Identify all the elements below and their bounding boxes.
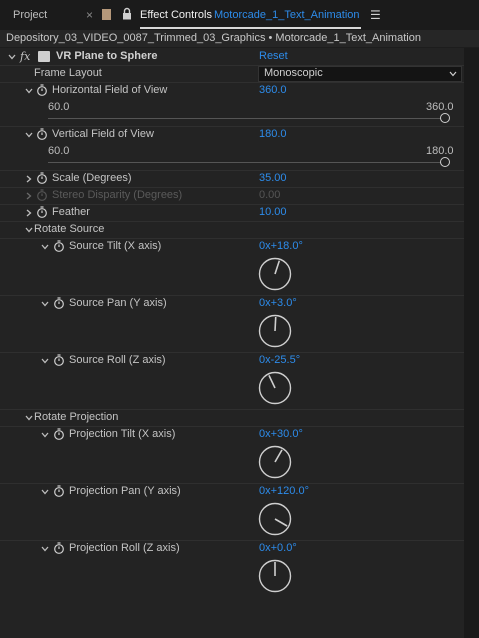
projection-roll-label: Projection Roll (Z axis): [69, 542, 180, 554]
frame-layout-value: Monoscopic: [264, 67, 323, 79]
rotate-projection-label: Rotate Projection: [34, 411, 119, 423]
source-pan-label: Source Pan (Y axis): [69, 297, 167, 309]
source-tilt-dial[interactable]: [258, 257, 292, 291]
stopwatch-icon[interactable]: [53, 240, 65, 252]
breadcrumb-text: Depository_03_VIDEO_0087_Trimmed_03_Grap…: [6, 32, 421, 44]
chevron-down-icon[interactable]: [41, 431, 49, 439]
effect-header-row[interactable]: fx VR Plane to Sphere Reset: [0, 48, 464, 66]
chevron-down-icon[interactable]: [41, 545, 49, 553]
stereo-disparity-label: Stereo Disparity (Degrees): [52, 189, 183, 201]
vertical-scrollbar[interactable]: [464, 48, 479, 638]
vfov-slider-track[interactable]: [48, 162, 445, 163]
projection-pan-value[interactable]: 0x+120.0°: [259, 485, 309, 497]
reset-button[interactable]: Reset: [259, 50, 288, 62]
active-tab-indicator: [140, 27, 361, 29]
panel-tab-bar: Project × Effect Controls Motorcade_1_Te…: [0, 0, 479, 30]
stopwatch-icon[interactable]: [53, 297, 65, 309]
projection-roll-value[interactable]: 0x+0.0°: [259, 542, 297, 554]
breadcrumb: Depository_03_VIDEO_0087_Trimmed_03_Grap…: [0, 30, 479, 47]
vfov-row: Vertical Field of View 180.0 60.0 180.0: [0, 126, 464, 171]
projection-pan-row: Projection Pan (Y axis) 0x+120.0°: [0, 483, 464, 541]
chevron-right-icon[interactable]: [25, 192, 33, 200]
projection-roll-dial[interactable]: [258, 559, 292, 593]
stopwatch-icon[interactable]: [36, 172, 48, 184]
chevron-down-icon[interactable]: [41, 300, 49, 308]
source-roll-label: Source Roll (Z axis): [69, 354, 166, 366]
source-pan-row: Source Pan (Y axis) 0x+3.0°: [0, 295, 464, 353]
stopwatch-icon[interactable]: [36, 84, 48, 96]
projection-roll-row: Projection Roll (Z axis) 0x+0.0°: [0, 540, 464, 597]
hfov-value[interactable]: 360.0: [259, 84, 287, 96]
hfov-slider-track[interactable]: [48, 118, 445, 119]
rotate-source-group[interactable]: Rotate Source: [0, 221, 464, 239]
chevron-down-icon[interactable]: [25, 226, 33, 234]
label-color-swatch[interactable]: [102, 9, 111, 20]
stopwatch-icon[interactable]: [53, 428, 65, 440]
chevron-right-icon[interactable]: [25, 209, 33, 217]
tab-composition-name[interactable]: Motorcade_1_Text_Animation: [214, 9, 360, 21]
hfov-label: Horizontal Field of View: [52, 84, 168, 96]
projection-tilt-dial[interactable]: [258, 445, 292, 479]
tab-effect-controls[interactable]: Effect Controls: [140, 9, 212, 21]
close-icon[interactable]: ×: [86, 8, 93, 22]
rotate-projection-group[interactable]: Rotate Projection: [0, 409, 464, 427]
frame-layout-dropdown[interactable]: Monoscopic: [258, 66, 462, 82]
stopwatch-icon[interactable]: [53, 354, 65, 366]
source-tilt-label: Source Tilt (X axis): [69, 240, 162, 252]
frame-layout-row: Frame Layout Monoscopic: [0, 65, 464, 83]
scale-label: Scale (Degrees): [52, 172, 132, 184]
vfov-value[interactable]: 180.0: [259, 128, 287, 140]
chevron-down-icon[interactable]: [8, 53, 16, 61]
rotate-source-label: Rotate Source: [34, 223, 105, 235]
chevron-down-icon[interactable]: [41, 243, 49, 251]
projection-pan-label: Projection Pan (Y axis): [69, 485, 181, 497]
stopwatch-icon[interactable]: [53, 485, 65, 497]
source-pan-dial[interactable]: [258, 314, 292, 348]
projection-tilt-row: Projection Tilt (X axis) 0x+30.0°: [0, 426, 464, 484]
chevron-down-icon[interactable]: [25, 131, 33, 139]
vfov-label: Vertical Field of View: [52, 128, 154, 140]
frame-layout-label: Frame Layout: [34, 67, 102, 79]
stereo-disparity-row: Stereo Disparity (Degrees) 0.00: [0, 187, 464, 205]
feather-value[interactable]: 10.00: [259, 206, 287, 218]
chevron-down-icon[interactable]: [25, 414, 33, 422]
source-tilt-row: Source Tilt (X axis) 0x+18.0°: [0, 238, 464, 296]
scale-value[interactable]: 35.00: [259, 172, 287, 184]
feather-label: Feather: [52, 206, 90, 218]
hfov-slider-min: 60.0: [48, 101, 70, 113]
vr-effect-icon: [38, 51, 50, 62]
effect-name: VR Plane to Sphere: [56, 50, 158, 62]
chevron-down-icon: [449, 71, 457, 77]
chevron-down-icon[interactable]: [41, 357, 49, 365]
stereo-disparity-value: 0.00: [259, 189, 281, 201]
scale-row: Scale (Degrees) 35.00: [0, 170, 464, 188]
projection-tilt-label: Projection Tilt (X axis): [69, 428, 176, 440]
source-tilt-value[interactable]: 0x+18.0°: [259, 240, 303, 252]
chevron-down-icon[interactable]: [25, 87, 33, 95]
fx-toggle[interactable]: fx: [20, 50, 30, 63]
projection-tilt-value[interactable]: 0x+30.0°: [259, 428, 303, 440]
feather-row: Feather 10.00: [0, 204, 464, 222]
projection-pan-dial[interactable]: [258, 502, 292, 536]
source-pan-value[interactable]: 0x+3.0°: [259, 297, 297, 309]
chevron-down-icon[interactable]: [41, 488, 49, 496]
lock-icon[interactable]: [122, 7, 132, 20]
source-roll-row: Source Roll (Z axis) 0x-25.5°: [0, 352, 464, 410]
source-roll-value[interactable]: 0x-25.5°: [259, 354, 300, 366]
stopwatch-icon[interactable]: [36, 206, 48, 218]
tab-project[interactable]: Project: [13, 9, 47, 21]
hfov-row: Horizontal Field of View 360.0 60.0 360.…: [0, 82, 464, 127]
effect-controls-panel: fx VR Plane to Sphere Reset Frame Layout…: [0, 48, 464, 638]
vfov-slider-max: 180.0: [426, 145, 454, 157]
chevron-right-icon[interactable]: [25, 175, 33, 183]
panel-menu-icon[interactable]: ☰: [370, 8, 381, 22]
hfov-slider-knob[interactable]: [440, 113, 450, 123]
stopwatch-icon: [37, 189, 47, 201]
hfov-slider-max: 360.0: [426, 101, 454, 113]
vfov-slider-min: 60.0: [48, 145, 70, 157]
source-roll-dial[interactable]: [258, 371, 292, 405]
vfov-slider-knob[interactable]: [440, 157, 450, 167]
stopwatch-icon[interactable]: [36, 128, 48, 140]
stopwatch-icon[interactable]: [53, 542, 65, 554]
